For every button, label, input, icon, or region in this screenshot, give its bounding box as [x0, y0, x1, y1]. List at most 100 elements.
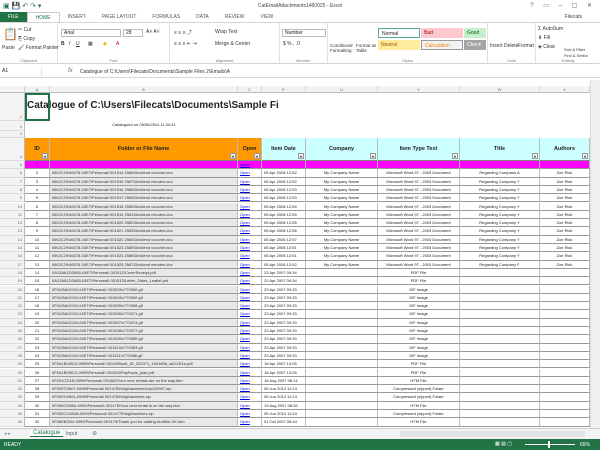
copy-button[interactable]: ⎘ Copy [18, 36, 35, 42]
filter-dropdown-icon[interactable]: ▾ [254, 153, 260, 159]
tab-review[interactable]: REVIEW [217, 12, 253, 22]
open-link[interactable]: Open [238, 177, 262, 186]
worksheet-grid[interactable]: A B C E U V W X 1 2 3 4 Catalogue of C:\Users\Fileca… [0, 80, 590, 428]
row-header[interactable]: 13 [0, 227, 25, 236]
row-header[interactable]: 14 [0, 235, 25, 244]
open-link[interactable]: Open [238, 376, 262, 386]
cut-button[interactable]: ✂ Cut [18, 27, 31, 33]
row-header[interactable]: 9 [0, 194, 25, 203]
style-good[interactable]: Good [464, 28, 486, 38]
open-link[interactable]: Open [238, 244, 262, 253]
italic-button[interactable]: I [69, 41, 70, 47]
column-header-V[interactable]: V [378, 86, 460, 93]
style-neutral[interactable]: Neutral [378, 40, 420, 50]
select-all-corner[interactable] [0, 86, 25, 93]
open-link[interactable]: Open [238, 302, 262, 311]
fx-icon[interactable]: fx [68, 68, 73, 74]
column-header-W[interactable]: W [460, 86, 540, 93]
open-link[interactable]: Open [238, 351, 262, 361]
insert-button[interactable]: Insert [490, 43, 503, 49]
filter-dropdown-icon[interactable]: ▾ [582, 153, 588, 159]
open-link[interactable]: Open [238, 260, 262, 269]
column-header-A[interactable]: A [25, 86, 50, 93]
row-header[interactable]: 33 [0, 393, 25, 402]
open-link[interactable]: Open [238, 327, 262, 336]
open-link[interactable]: Open [238, 285, 262, 294]
row-header[interactable]: 32 [0, 385, 25, 394]
tab-data[interactable]: DATA [188, 12, 217, 22]
paste-button[interactable]: Paste [2, 45, 15, 51]
column-header-C[interactable]: C [238, 86, 262, 93]
open-link[interactable]: Open [238, 161, 262, 170]
zoom-slider[interactable] [525, 444, 575, 445]
add-sheet-icon[interactable]: ⊕ [92, 430, 97, 437]
filter-dropdown-icon[interactable]: ▾ [230, 153, 236, 159]
fill-button[interactable]: ⬇ Fill [538, 35, 550, 41]
number-format-select[interactable]: Number [282, 29, 326, 37]
open-link[interactable]: Open [238, 410, 262, 419]
format-painter-button[interactable]: 🖌 Format Painter [18, 45, 59, 51]
tab-formulas[interactable]: FORMULAS [144, 12, 188, 22]
open-link[interactable]: Open [238, 194, 262, 203]
open-link[interactable]: Open [238, 310, 262, 319]
row-header[interactable]: 10 [0, 202, 25, 211]
row-header[interactable]: 25 [0, 327, 25, 336]
open-link[interactable]: Open [238, 385, 262, 394]
row-header[interactable]: 18 [0, 268, 25, 278]
row-header[interactable]: 17 [0, 260, 25, 269]
open-link[interactable]: Open [238, 360, 262, 369]
view-buttons[interactable]: ▦ ▤ ▢ [495, 441, 512, 447]
name-box[interactable]: A1 [2, 68, 42, 76]
row-header[interactable]: 21 [0, 293, 25, 303]
column-header-U[interactable]: U [306, 86, 378, 93]
align-icons[interactable]: ≡ ≡ ≡ ⤴ [174, 29, 192, 36]
row-header[interactable]: 8 [0, 185, 25, 195]
font-size-select[interactable]: 28 [123, 29, 143, 37]
row-header[interactable]: 15 [0, 244, 25, 253]
column-header-B[interactable]: B [50, 86, 238, 93]
align-icons-2[interactable]: ≡ ≡ ≡ ⇤ ⇥ [174, 41, 197, 47]
open-link[interactable]: Open [238, 343, 262, 352]
open-link[interactable]: Open [238, 210, 262, 220]
row-header[interactable]: 24 [0, 318, 25, 327]
open-link[interactable]: Open [238, 268, 262, 278]
row-header[interactable]: 26 [0, 335, 25, 344]
row-header[interactable]: 1 [0, 93, 25, 121]
open-link[interactable]: Open [238, 393, 262, 402]
user-account[interactable]: Filecats [565, 14, 582, 20]
sheet-tab-input[interactable]: Input [66, 431, 77, 437]
row-header[interactable]: 35 [0, 410, 25, 419]
sheet-tab-catalogue[interactable]: Catalogue [30, 430, 64, 437]
window-controls[interactable]: ? ▭ – ▢ ✕ [530, 2, 596, 9]
row-header[interactable]: 19 [0, 277, 25, 286]
font-grow-shrink-buttons[interactable]: A˄ A˅ [146, 29, 160, 35]
filter-dropdown-icon[interactable]: ▾ [42, 153, 48, 159]
bold-button[interactable]: B [61, 41, 65, 47]
row-header[interactable]: 20 [0, 285, 25, 294]
borders-icon[interactable]: ▦ [88, 41, 93, 47]
open-link[interactable]: Open [238, 401, 262, 410]
row-header[interactable]: 11 [0, 210, 25, 220]
format-as-table-button[interactable]: Format as Table [356, 43, 378, 53]
open-link[interactable]: Open [238, 368, 262, 377]
open-link[interactable]: Open [238, 202, 262, 211]
row-header[interactable]: 34 [0, 401, 25, 410]
open-link[interactable]: Open [238, 169, 262, 178]
style-bad[interactable]: Bad [421, 28, 463, 38]
row-header[interactable]: 36 [0, 418, 25, 427]
row-header[interactable]: 6 [0, 169, 25, 178]
row-header[interactable]: 23 [0, 310, 25, 319]
open-link[interactable]: Open [238, 418, 262, 427]
font-name-select[interactable]: Arial [61, 29, 121, 37]
filter-dropdown-icon[interactable]: ▾ [298, 153, 304, 159]
open-link[interactable]: Open [238, 293, 262, 303]
filter-dropdown-icon[interactable]: ▾ [452, 153, 458, 159]
zoom-slider-thumb[interactable] [548, 441, 550, 448]
filter-dropdown-icon[interactable]: ▾ [532, 153, 538, 159]
vertical-scrollbar[interactable] [590, 80, 600, 428]
open-link[interactable]: Open [238, 219, 262, 228]
tab-home[interactable]: HOME [26, 12, 60, 22]
merge-center-button[interactable]: Merge & Center [215, 41, 250, 47]
tab-file[interactable]: FILE [0, 12, 27, 22]
row-header[interactable]: 22 [0, 302, 25, 311]
